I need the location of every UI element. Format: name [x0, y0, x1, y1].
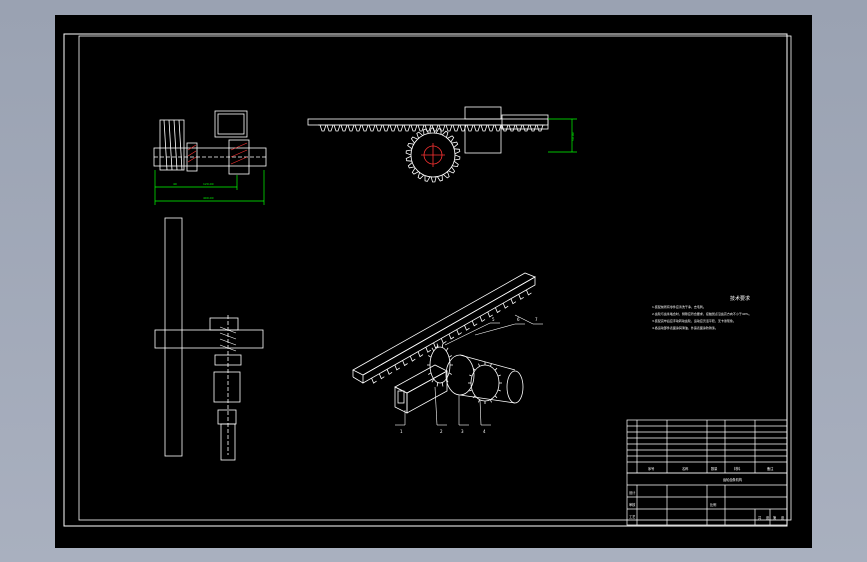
title-block-sheet-no-unit: 张	[781, 515, 785, 520]
callout-7: 7	[535, 317, 538, 322]
title-block-checker: 审核	[629, 502, 636, 507]
title-block-sheet-no: 第	[773, 515, 777, 520]
dim-label-mid: 120.00	[203, 182, 214, 186]
dim-label-overall: 400.00	[203, 196, 214, 200]
title-block-name: 齿轮齿条机构	[723, 477, 742, 482]
technical-note-4: 4.各运动部件表面涂润滑油，外露表面涂防锈漆。	[652, 326, 718, 330]
callout-2: 2	[440, 429, 443, 434]
technical-note-2: 2.齿轮与齿条啮合时，侧隙应符合要求，接触斑点沿齿高方向不小于40%。	[652, 312, 752, 316]
callout-1: 1	[400, 429, 403, 434]
title-block-sheet-total-unit: 张	[766, 515, 770, 520]
front-view-pinion	[405, 127, 461, 183]
title-block-scale: 比例	[710, 502, 716, 507]
outer-frame	[63, 33, 788, 527]
dim-label-rack-height: 50.00	[571, 132, 575, 141]
bom-header-material: 材料	[734, 466, 741, 471]
callout-4: 4	[483, 429, 486, 434]
inner-frame	[78, 35, 792, 521]
callout-5: 5	[492, 317, 495, 322]
title-block-sheet-total: 共	[758, 515, 762, 520]
title-block-designer: 设计	[629, 490, 636, 495]
title-block	[626, 472, 788, 526]
bom-header-index: 序号	[648, 466, 654, 471]
technical-note-3: 3.装配完毕后应手动转动齿轮，运动应灵活平稳，无卡滞现象。	[652, 319, 736, 323]
dim-label-small: 40	[173, 182, 177, 186]
iso-callout-leaders	[395, 314, 543, 426]
iso-housing	[394, 364, 448, 414]
iso-rack	[352, 272, 536, 384]
callout-6: 6	[517, 317, 520, 322]
technical-notes-title: 技术要求	[730, 296, 751, 302]
drawing-sheet: 40 120.00 400.00 50.00 1 2 3 4 5 6 7 序号 …	[55, 15, 812, 548]
front-view-rack	[307, 106, 549, 154]
bom-header-remarks: 备注	[767, 466, 774, 471]
bom-table	[626, 419, 788, 474]
bom-header-name: 名称	[682, 466, 689, 471]
bom-header-qty: 数量	[711, 466, 718, 471]
top-view-shaft	[153, 110, 267, 175]
callout-3: 3	[461, 429, 464, 434]
title-block-process: 工艺	[629, 514, 635, 519]
cad-drawing: 40 120.00 400.00 50.00 1 2 3 4 5 6 7 序号 …	[63, 33, 792, 527]
side-view	[154, 217, 264, 461]
technical-note-1: 1.装配前所有零件应清洗干净，去毛刺。	[652, 305, 706, 309]
iso-shaft	[445, 354, 524, 404]
